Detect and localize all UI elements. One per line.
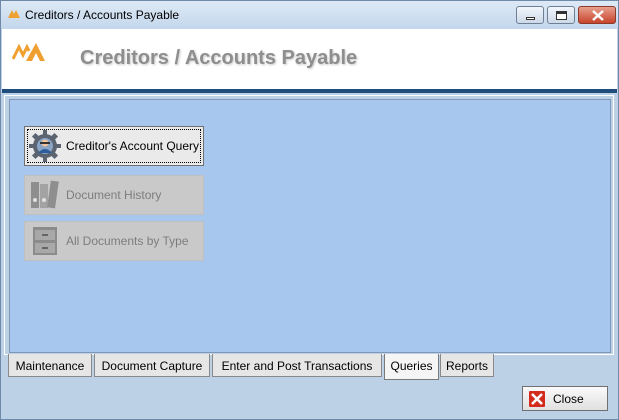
tab-document-capture[interactable]: Document Capture [94,354,210,377]
close-icon [592,10,604,21]
close-icon [529,390,545,407]
tab-enter-and-post-transactions[interactable]: Enter and Post Transactions [212,354,382,377]
tab-label: Reports [445,359,489,373]
gear-person-icon [29,130,61,162]
creditors-account-query-button[interactable]: Creditor's Account Query [24,126,204,166]
app-logo-icon [8,10,20,18]
tab-label: Document Capture [101,359,203,373]
cabinet-drawer-icon [33,227,57,255]
window-title: Creditors / Accounts Payable [25,8,180,22]
tab-maintenance[interactable]: Maintenance [8,354,92,377]
page-title: Creditors / Accounts Payable [80,47,358,69]
tile-label: Creditor's Account Query [66,138,200,153]
binders-icon [31,180,59,209]
close-button-label: Close [553,391,584,406]
module-header: Creditors / Accounts Payable [2,29,617,89]
tab-label: Enter and Post Transactions [221,359,373,373]
all-documents-by-type-button[interactable]: All Documents by Type [24,221,204,261]
tab-queries[interactable]: Queries [384,354,439,380]
tab-label: Maintenance [15,359,85,373]
tile-label: All Documents by Type [66,233,189,248]
brand-logo-icon [12,43,45,61]
document-history-button[interactable]: Document History [24,175,204,215]
minimize-button[interactable] [516,6,544,24]
close-button[interactable]: Close [522,386,608,411]
window-close-button[interactable] [578,6,616,24]
tab-label: Queries [390,359,433,373]
header-divider [2,89,617,93]
tab-reports[interactable]: Reports [440,354,494,377]
maximize-button[interactable] [547,6,575,24]
title-bar[interactable]: Creditors / Accounts Payable [1,1,618,29]
tile-label: Document History [66,187,162,202]
